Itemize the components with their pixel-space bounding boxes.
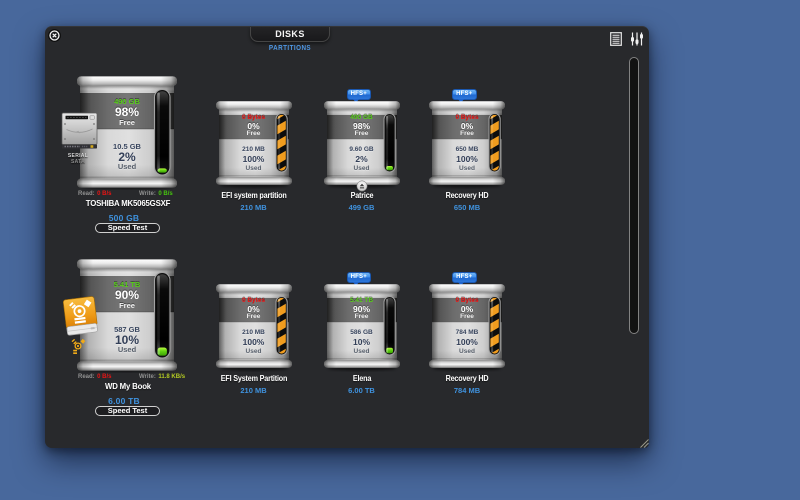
barrel-base bbox=[324, 360, 400, 368]
disks-grid: SERIAL SATA 490 GB 98% Free 10.5 GB 2% U… bbox=[45, 27, 649, 448]
speed-test-button[interactable]: Speed Test bbox=[95, 223, 160, 233]
barrel-lid bbox=[324, 101, 400, 109]
read-label: Read: bbox=[78, 191, 95, 197]
barrel-lid bbox=[77, 76, 177, 86]
used-label: Used bbox=[325, 348, 399, 355]
used-label: Used bbox=[217, 348, 291, 355]
write-value: 0 B/s bbox=[158, 191, 172, 197]
filesystem-badge: HFS+ bbox=[347, 272, 372, 284]
used-size: 784 MB bbox=[430, 329, 504, 336]
barrel-lid bbox=[216, 284, 292, 292]
partition-name: Recovery HD bbox=[400, 191, 535, 200]
partition-size: 650 MB bbox=[392, 203, 542, 212]
free-label: Free bbox=[79, 118, 175, 127]
barrel-lid bbox=[429, 284, 505, 292]
barrel-base bbox=[77, 179, 177, 188]
used-size: 586 GB bbox=[325, 329, 399, 336]
used-label: Used bbox=[79, 162, 175, 171]
used-percent: 100% bbox=[430, 154, 504, 164]
speed-test-button[interactable]: Speed Test bbox=[95, 406, 160, 416]
partition-card: 0 Bytes 0% Free 210 MB 100% Used EFI sys… bbox=[199, 89, 309, 219]
used-percent: 100% bbox=[217, 154, 291, 164]
barrel-lid bbox=[324, 284, 400, 292]
used-label: Used bbox=[217, 165, 291, 172]
partition-size: 784 MB bbox=[392, 386, 542, 395]
used-label: Used bbox=[79, 345, 175, 354]
used-size: 210 MB bbox=[217, 146, 291, 153]
read-value: 0 B/s bbox=[97, 191, 111, 197]
used-size: 650 MB bbox=[430, 146, 504, 153]
filesystem-badge: HFS+ bbox=[347, 89, 372, 101]
barrel-base bbox=[216, 360, 292, 368]
barrel-base bbox=[77, 362, 177, 371]
barrel-lid bbox=[429, 101, 505, 109]
partition-name: Recovery HD bbox=[400, 374, 535, 383]
used-percent: 2% bbox=[325, 154, 399, 164]
filesystem-badge-label: HFS+ bbox=[456, 91, 472, 97]
speed-test-label: Speed Test bbox=[108, 406, 147, 415]
barrel-base bbox=[429, 177, 505, 185]
write-label: Write: bbox=[139, 374, 156, 380]
filesystem-badge-label: HFS+ bbox=[456, 274, 472, 280]
free-label: Free bbox=[430, 130, 504, 137]
used-size: 9.60 GB bbox=[325, 146, 399, 153]
filesystem-badge-label: HFS+ bbox=[351, 274, 367, 280]
filesystem-badge-label: HFS+ bbox=[351, 91, 367, 97]
used-percent: 100% bbox=[430, 337, 504, 347]
free-label: Free bbox=[325, 313, 399, 320]
filesystem-badge: HFS+ bbox=[452, 272, 477, 284]
free-label: Free bbox=[217, 313, 291, 320]
partition-card: HFS+ 0 Bytes bbox=[412, 89, 522, 219]
used-label: Used bbox=[430, 348, 504, 355]
write-value: 11.8 KB/s bbox=[158, 374, 185, 380]
free-label: Free bbox=[217, 130, 291, 137]
write-label: Write: bbox=[139, 191, 156, 197]
barrel-lid bbox=[77, 259, 177, 269]
disk-size: 6.00 TB bbox=[24, 396, 224, 406]
partition-card: HFS+ 5.41 TB bbox=[307, 272, 417, 402]
read-value: 0 B/s bbox=[97, 374, 111, 380]
free-label: Free bbox=[325, 130, 399, 137]
read-label: Read: bbox=[78, 374, 95, 380]
used-percent: 10% bbox=[325, 337, 399, 347]
used-percent: 100% bbox=[217, 337, 291, 347]
filesystem-badge: HFS+ bbox=[452, 89, 477, 101]
free-label: Free bbox=[79, 301, 175, 310]
barrel-base bbox=[429, 360, 505, 368]
used-size: 210 MB bbox=[217, 329, 291, 336]
partition-card: HFS+ 0 Bytes bbox=[412, 272, 522, 402]
disks-window: DISKS PARTITIONS bbox=[45, 26, 649, 448]
barrel-base bbox=[216, 177, 292, 185]
free-percent: 98% bbox=[79, 105, 175, 119]
barrel-lid bbox=[216, 101, 292, 109]
free-percent: 90% bbox=[79, 288, 175, 302]
free-label: Free bbox=[430, 313, 504, 320]
used-label: Used bbox=[430, 165, 504, 172]
partition-card: HFS+ 490 GB bbox=[307, 89, 417, 219]
disk-size: 500 GB bbox=[24, 213, 224, 223]
used-label: Used bbox=[325, 165, 399, 172]
partition-card: 0 Bytes 0% Free 210 MB 100% Used EFI Sys… bbox=[199, 272, 309, 402]
speed-test-label: Speed Test bbox=[108, 223, 147, 232]
